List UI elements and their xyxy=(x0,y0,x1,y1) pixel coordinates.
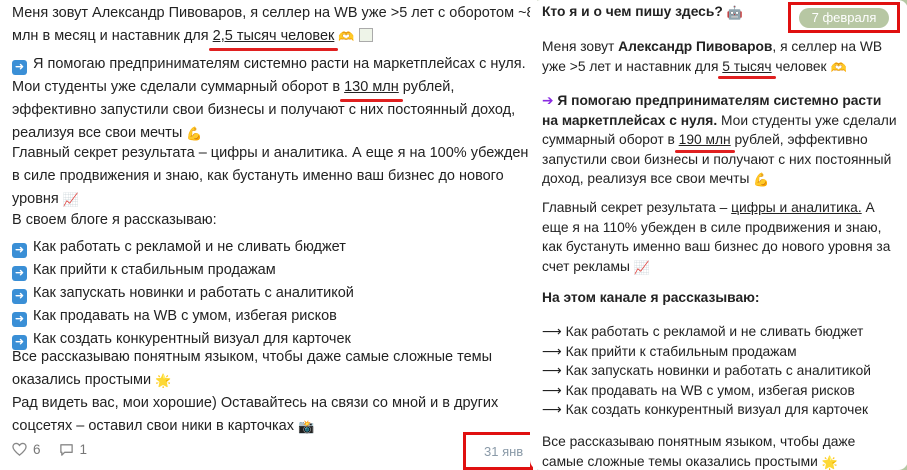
arrow-icon: ⟶ xyxy=(542,324,566,339)
highlight-turnover: 190 млн xyxy=(674,130,735,152)
comments-reaction[interactable]: 1 xyxy=(59,442,88,457)
right-post-header: Кто я и о чем пишу здесь? 🤖 xyxy=(542,2,743,23)
right-arrow-icon: ➜ xyxy=(12,243,27,258)
arrow-icon: ⟶ xyxy=(542,343,566,359)
highlight-students-count: 5 тысяч xyxy=(718,57,776,79)
arrow-icon: ⟶ xyxy=(542,363,566,378)
left-post-date: 31 янв xyxy=(484,444,524,459)
likes-reaction[interactable]: 6 xyxy=(12,442,41,457)
left-post: Меня зовут Александр Пивоваров, я селлер… xyxy=(0,0,537,470)
heart-hands-icon: 🫶 xyxy=(830,59,847,75)
analytics-link[interactable]: цифры и аналитика. xyxy=(731,200,862,215)
right-topics-list: ⟶ Как работать с рекламой и не сливать б… xyxy=(542,322,871,420)
broken-image-icon xyxy=(358,28,373,42)
right-arrow-icon: ➜ xyxy=(12,266,27,281)
right-intro-paragraph: Меня зовут Александр Пивоваров, я селлер… xyxy=(542,37,882,79)
heart-icon xyxy=(12,442,27,456)
right-secret-paragraph: Главный секрет результата – цифры и анал… xyxy=(542,198,890,277)
right-arrow-icon: ➜ xyxy=(12,289,27,304)
list-item: ⟶ Как прийти к стабильным продажам xyxy=(542,343,797,359)
chart-up-icon: 📈 xyxy=(633,259,650,275)
right-post-card: Кто я и о чем пишу здесь? 🤖 7 февраля Ме… xyxy=(530,0,907,470)
left-date-highlight: 31 янв xyxy=(463,432,533,470)
highlight-students-count: 2,5 тысяч человек xyxy=(208,25,339,51)
left-secret-paragraph: Главный секрет результата – цифры и анал… xyxy=(12,142,528,211)
left-help-paragraph: ➜ Я помогаю предпринимателям системно рас… xyxy=(12,53,526,145)
right-simple-paragraph: Все рассказываю понятным языком, чтобы д… xyxy=(542,432,855,470)
list-item: ➜ Как продавать на WB с умом, избегая рис… xyxy=(12,305,354,328)
right-help-paragraph: ➔ Я помогаю предпринимателям системно ра… xyxy=(542,91,897,190)
list-item: ⟶ Как запускать новинки и работать с ана… xyxy=(542,363,871,378)
flexed-biceps-icon: 💪 xyxy=(753,172,770,187)
left-intro-paragraph: Меня зовут Александр Пивоваров, я селлер… xyxy=(12,2,535,51)
comment-icon xyxy=(59,444,73,456)
comments-count: 1 xyxy=(79,442,88,457)
right-arrow-icon: ➜ xyxy=(12,312,27,327)
star-icon: 🌟 xyxy=(155,373,172,388)
highlight-turnover: 130 млн xyxy=(340,76,403,102)
list-item: ➜ Как прийти к стабильным продажам xyxy=(12,259,354,282)
right-arrow-icon: ➜ xyxy=(12,60,27,75)
right-post-date: 7 февраля xyxy=(799,8,889,28)
list-item: ➜ Как запускать новинки и работать с анал… xyxy=(12,282,354,305)
right-channel-heading: На этом канале я рассказываю: xyxy=(542,290,760,305)
left-simple-paragraph: Все рассказываю понятным языком, чтобы д… xyxy=(12,346,492,392)
heart-hands-icon: 🫶 xyxy=(338,29,355,44)
arrow-icon: ⟶ xyxy=(542,402,566,417)
star-icon: 🌟 xyxy=(821,454,838,470)
left-blog-heading: В своем блоге я рассказываю: xyxy=(12,212,217,228)
chart-up-icon: 📈 xyxy=(62,192,79,207)
left-topics-list: ➜ Как работать с рекламой и не сливать бю… xyxy=(12,236,354,351)
camera-icon: 📸 xyxy=(298,419,315,434)
arrow-icon: ⟶ xyxy=(542,382,566,398)
left-cta-paragraph: Рад видеть вас, мои хорошие) Оставайтесь… xyxy=(12,392,498,438)
robot-icon: 🤖 xyxy=(726,5,743,20)
right-date-highlight: 7 февраля xyxy=(788,2,900,33)
list-item: ⟶ Как продавать на WB с умом, избегая ри… xyxy=(542,382,855,398)
list-item: ⟶ Как создать конкурентный визуал для ка… xyxy=(542,402,869,417)
likes-count: 6 xyxy=(33,442,41,457)
list-item: ⟶ Как работать с рекламой и не сливать б… xyxy=(542,324,864,339)
purple-arrow-icon: ➔ xyxy=(542,93,558,108)
reactions-bar: 6 1 xyxy=(12,442,87,457)
list-item: ➜ Как работать с рекламой и не сливать бю… xyxy=(12,236,354,259)
